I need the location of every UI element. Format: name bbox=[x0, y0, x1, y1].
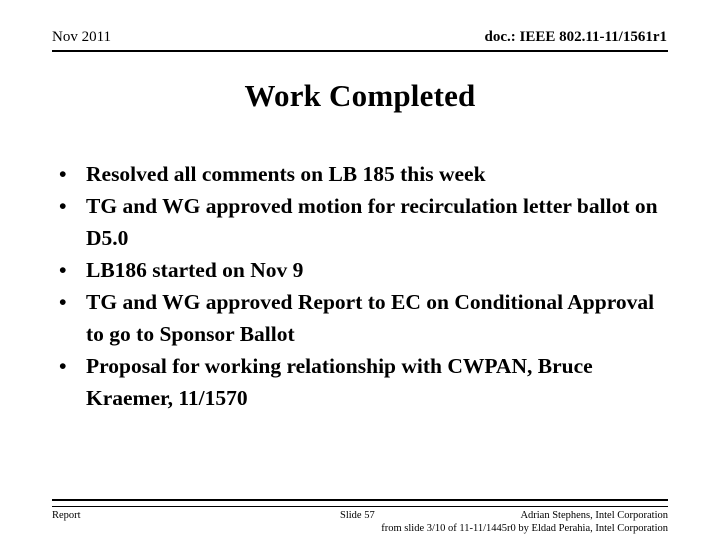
list-item: • TG and WG approved Report to EC on Con… bbox=[52, 286, 676, 350]
footer-slide-number: Slide 57 bbox=[340, 510, 375, 521]
slide-title: Work Completed bbox=[244, 78, 476, 113]
footer-divider-thick bbox=[52, 499, 668, 501]
slide-header: Nov 2011 doc.: IEEE 802.11-11/1561r1 bbox=[52, 28, 668, 52]
list-item: • LB186 started on Nov 9 bbox=[52, 254, 676, 286]
bullet-marker-icon: • bbox=[59, 258, 67, 282]
footer-source-note: from slide 3/10 of 11-11/1445r0 by Eldad… bbox=[381, 523, 668, 534]
bullet-marker-icon: • bbox=[59, 162, 67, 186]
list-item-text: TG and WG approved motion for recirculat… bbox=[86, 194, 658, 250]
footer-document-type: Report bbox=[52, 510, 81, 521]
list-item: • Proposal for working relationship with… bbox=[52, 350, 676, 414]
list-item-text: Proposal for working relationship with C… bbox=[86, 354, 593, 410]
slide-footer: Report Slide 57 Adrian Stephens, Intel C… bbox=[52, 508, 668, 538]
list-item-text: Resolved all comments on LB 185 this wee… bbox=[86, 162, 486, 186]
header-date: Nov 2011 bbox=[52, 29, 112, 45]
bullet-marker-icon: • bbox=[59, 354, 67, 378]
list-item-text: LB186 started on Nov 9 bbox=[86, 258, 304, 282]
list-item: • Resolved all comments on LB 185 this w… bbox=[52, 158, 676, 190]
list-item: • TG and WG approved motion for recircul… bbox=[52, 190, 676, 254]
bullet-list: • Resolved all comments on LB 185 this w… bbox=[52, 158, 676, 414]
bullet-marker-icon: • bbox=[59, 194, 67, 218]
footer-divider-thin bbox=[52, 506, 668, 507]
list-item-text: TG and WG approved Report to EC on Condi… bbox=[86, 290, 655, 346]
bullet-marker-icon: • bbox=[59, 290, 67, 314]
header-document-id: doc.: IEEE 802.11-11/1561r1 bbox=[484, 29, 667, 45]
footer-author: Adrian Stephens, Intel Corporation bbox=[520, 510, 668, 521]
slide-canvas: Nov 2011 doc.: IEEE 802.11-11/1561r1 Wor… bbox=[0, 0, 720, 540]
